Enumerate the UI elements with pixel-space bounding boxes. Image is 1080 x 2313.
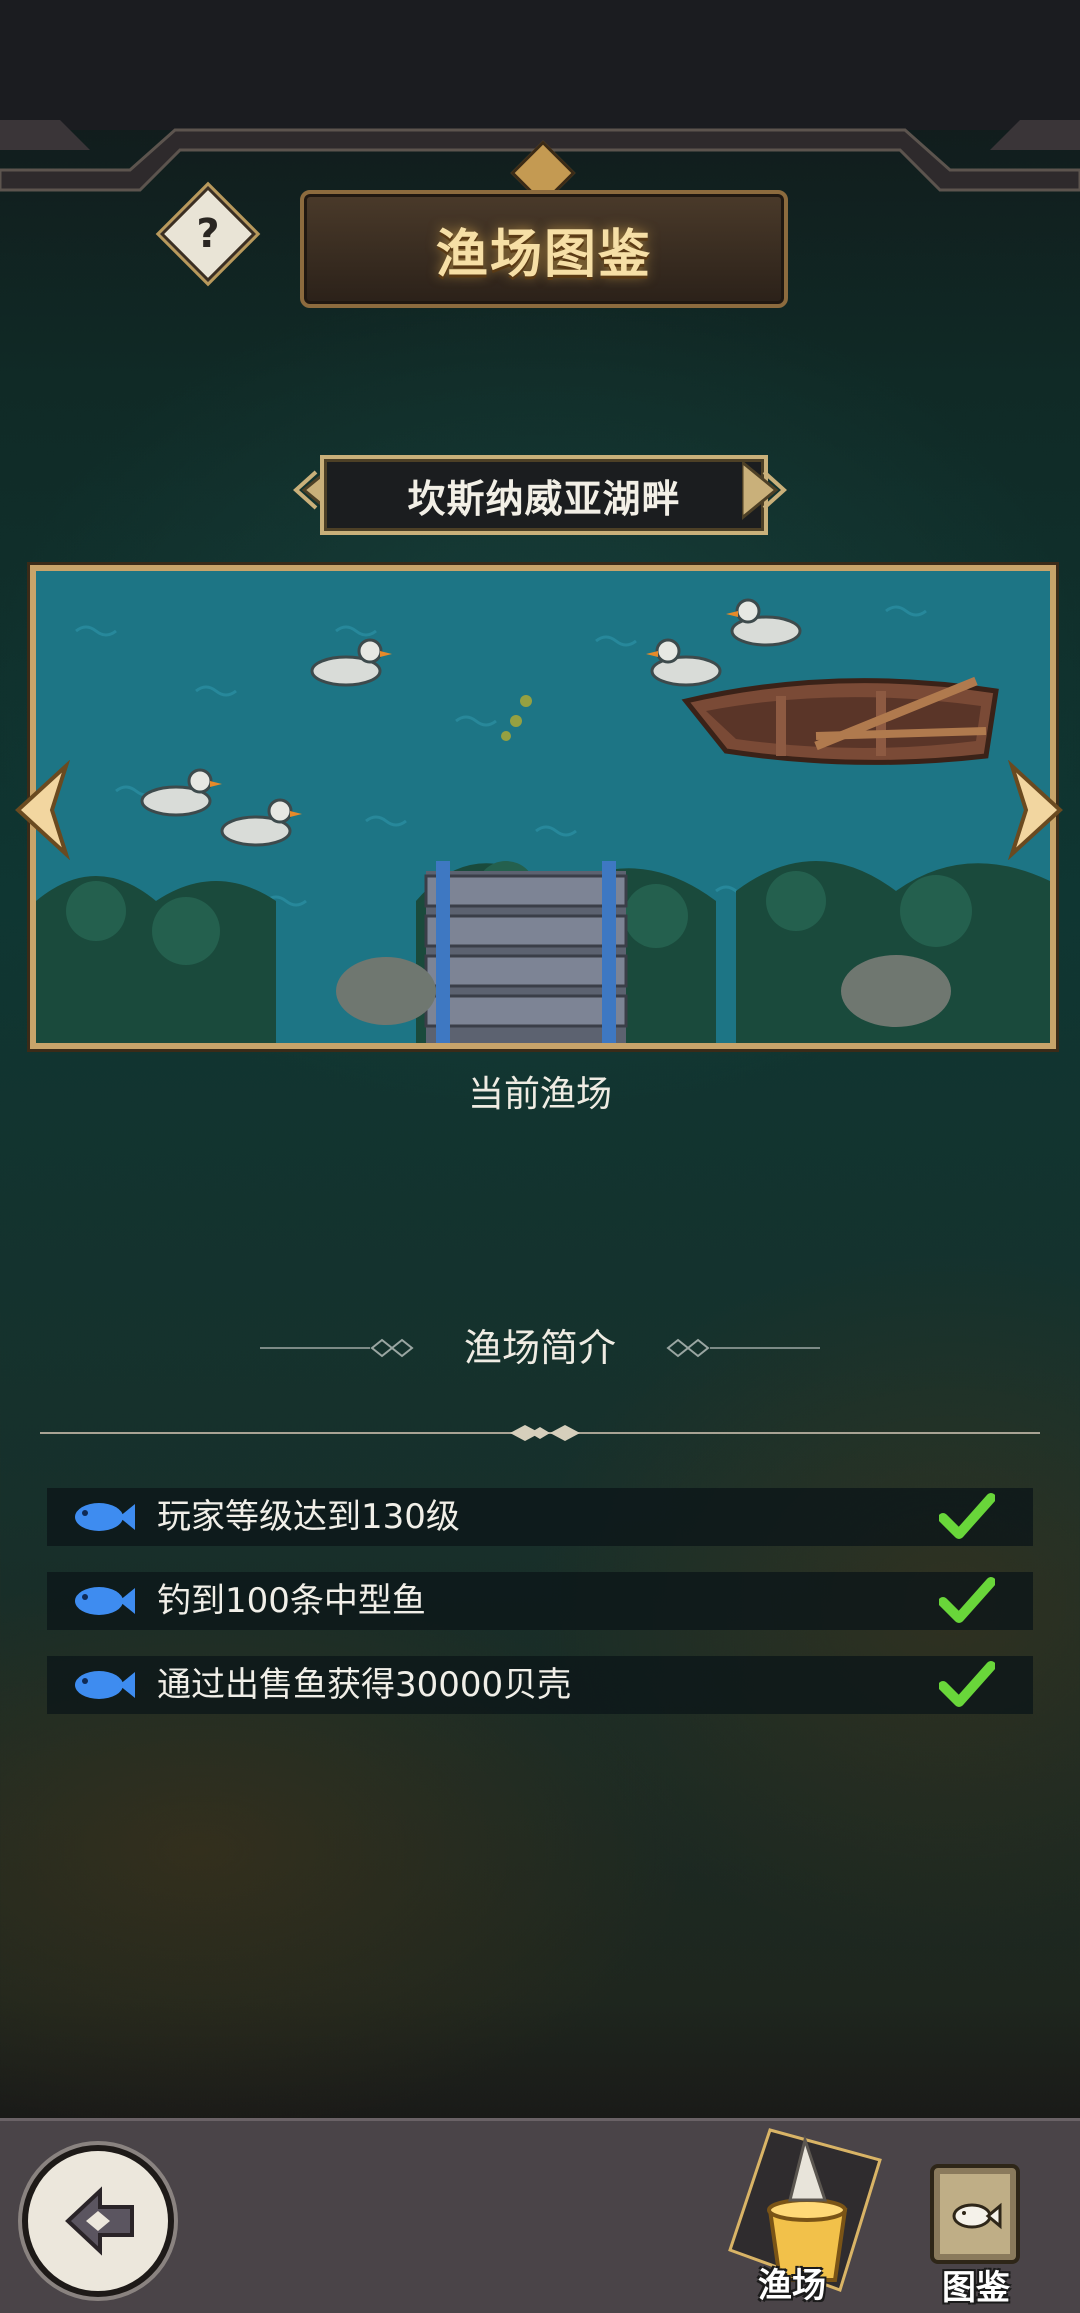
intro-heading-row: 渔场简介	[0, 1318, 1080, 1378]
back-arrow-icon	[65, 2186, 134, 2256]
condition-row: 钓到100条中型鱼	[47, 1572, 1033, 1630]
tab-fishery-label: 渔场	[758, 2266, 826, 2306]
banner-right-ornament	[742, 460, 787, 520]
lake-illustration	[36, 571, 1050, 1043]
tab-encyclopedia-label: 图鉴	[942, 2268, 1010, 2308]
condition-text: 玩家等级达到130级	[157, 1497, 460, 1537]
check-icon	[939, 1577, 995, 1623]
fish-icon	[75, 1671, 135, 1699]
back-button[interactable]	[22, 2145, 174, 2297]
condition-row: 通过出售鱼获得30000贝壳	[47, 1656, 1033, 1714]
wooden-dock	[424, 861, 628, 1043]
prev-arrow-icon[interactable]	[8, 760, 72, 860]
location-banner: 坎斯纳威亚湖畔	[320, 455, 768, 535]
condition-text: 通过出售鱼获得30000贝壳	[157, 1665, 572, 1705]
page-title: 渔场图鉴	[435, 224, 652, 285]
check-icon	[939, 1661, 995, 1707]
check-icon	[939, 1493, 995, 1539]
fish-book-icon	[930, 2164, 1020, 2264]
intro-title: 渔场简介	[463, 1326, 616, 1370]
condition-text: 钓到100条中型鱼	[157, 1581, 426, 1621]
next-arrow-icon[interactable]	[1006, 760, 1070, 860]
fishery-scene	[30, 565, 1056, 1049]
fish-icon	[75, 1503, 135, 1531]
tab-fishery[interactable]: 渔场	[710, 2100, 890, 2310]
rowboat	[681, 676, 999, 765]
current-fishery-label: 当前渔场	[467, 1074, 612, 1115]
title-plate: 渔场图鉴	[300, 190, 788, 308]
question-icon: ?	[196, 211, 220, 257]
location-name: 坎斯纳威亚湖畔	[407, 476, 681, 521]
condition-row: 玩家等级达到130级	[47, 1488, 1033, 1546]
tab-encyclopedia[interactable]: 图鉴	[920, 2160, 1030, 2308]
section-divider	[40, 1425, 1040, 1441]
fish-icon	[75, 1587, 135, 1615]
